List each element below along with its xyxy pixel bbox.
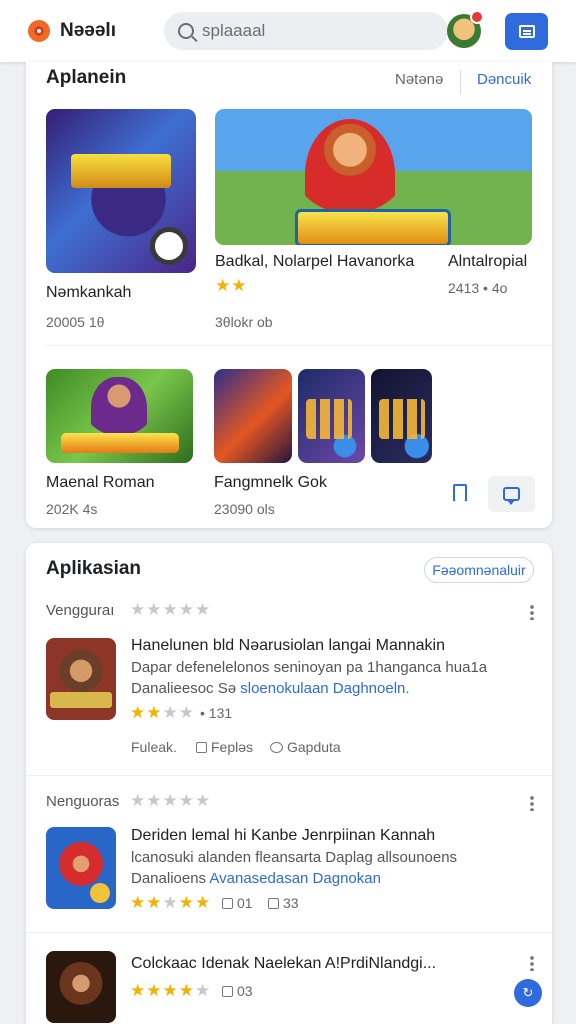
rating-count: • 131 — [200, 705, 233, 721]
like-icon — [196, 742, 207, 753]
bookmark-button[interactable] — [449, 480, 471, 506]
review-text: Dapar defenelelonos seninoyan pa 1hangan… — [131, 659, 488, 676]
review-text-secondary: Danalioens Avanasedasan Dagnokan — [131, 870, 381, 887]
search-icon — [178, 23, 194, 39]
tab-dancuik[interactable]: Dəncuik — [477, 71, 531, 88]
review-link[interactable]: Avanasedasan Dagnokan — [209, 870, 381, 887]
rating-stars: ★★★★★ — [130, 600, 212, 619]
more-options-icon[interactable] — [530, 955, 534, 971]
filter-button[interactable]: Fəəomnənaluir — [424, 557, 534, 583]
game-title[interactable]: Alntalropial — [448, 253, 527, 271]
feedback-action[interactable]: Fuleak. — [131, 739, 177, 755]
rating-stars: ★★★★★ — [130, 791, 212, 810]
game-meta: 20005 1θ — [46, 314, 105, 330]
notification-badge — [470, 10, 484, 24]
game-title[interactable]: Fangmnelk Gok — [214, 474, 327, 492]
game-thumbnail[interactable] — [46, 369, 193, 463]
brand-name[interactable]: Nəəəlı — [60, 20, 142, 42]
comment-count: 03 — [222, 983, 253, 999]
game-thumbnail[interactable] — [371, 369, 432, 463]
app-thumbnail[interactable] — [46, 827, 116, 909]
app-thumbnail[interactable] — [46, 638, 116, 720]
tab-netene[interactable]: Nətənə — [395, 71, 443, 88]
more-options-icon[interactable] — [530, 795, 534, 811]
game-thumbnail[interactable] — [298, 369, 365, 463]
section-title: Aplanein — [46, 67, 127, 88]
game-meta: 23090 ols — [214, 501, 275, 517]
game-thumbnail[interactable] — [214, 369, 292, 463]
comment-button[interactable] — [488, 476, 535, 512]
featured-apps-card: Aplanein Nətənə Dəncuik Nəmkankah 20005 … — [26, 62, 552, 528]
rating-stars: ★★ — [215, 276, 248, 295]
top-app-bar: Nəəəlı splaaaal — [0, 0, 576, 62]
game-meta: 202K 4s — [46, 501, 98, 517]
game-title[interactable]: Nəmkankah — [46, 284, 131, 302]
tab-divider — [460, 70, 461, 94]
review-label: Vengguraı — [46, 602, 115, 619]
comment-icon — [222, 986, 233, 997]
app-thumbnail[interactable] — [46, 951, 116, 1023]
review-divider — [26, 775, 552, 776]
review-title[interactable]: Deriden lemal hi Kanbe Jenrpiinan Kannah — [131, 827, 435, 845]
like-icon — [268, 898, 279, 909]
comment-count: 01 — [222, 895, 253, 911]
brand-logo-icon[interactable] — [28, 20, 50, 42]
reply-action[interactable]: Gapduta — [270, 739, 341, 755]
applications-card: Aplikasian Fəəomnənaluir Vengguraı ★★★★★… — [26, 543, 552, 1024]
section-title: Aplikasian — [46, 558, 142, 579]
more-options-icon[interactable] — [530, 604, 534, 620]
game-banner[interactable] — [215, 109, 532, 245]
search-input[interactable]: splaaaal — [164, 12, 448, 50]
rating-stars: ★★★★ — [130, 703, 195, 722]
like-count: 33 — [268, 895, 299, 911]
like-action[interactable]: Fepləs — [196, 739, 253, 755]
message-icon — [518, 25, 535, 38]
rating-stars: ★★★★★ — [130, 893, 212, 912]
review-title[interactable]: Colckaac Idenak Naelekan A!PrdiNlandgi..… — [131, 955, 436, 973]
rating-stars: ★★★★★ — [130, 981, 212, 1000]
game-thumbnail[interactable] — [46, 109, 196, 273]
section-divider — [46, 345, 552, 346]
bookmark-icon — [453, 484, 467, 502]
reply-icon — [270, 742, 283, 753]
review-divider — [26, 932, 552, 933]
game-title[interactable]: Badkal, Nolarpel Havanorka — [215, 253, 414, 271]
messages-button[interactable] — [505, 13, 548, 50]
action-badge-icon[interactable]: ↻ — [514, 979, 542, 1007]
game-meta: 3θlokr ob — [215, 314, 273, 330]
review-text: lcanosuki alanden fleansarta Daplag alls… — [131, 849, 458, 866]
comment-icon — [222, 898, 233, 909]
review-link[interactable]: sloenokulaan Daghnoeln. — [240, 680, 409, 697]
review-label: Nenguoras — [46, 793, 120, 810]
review-title[interactable]: Hanelunen bld Nəarusiolan langai Mannaki… — [131, 637, 445, 655]
review-text-secondary: Danalieesoc Sə sloenokulaan Daghnoeln. — [131, 680, 410, 697]
game-meta: 2413 • 4o — [448, 280, 508, 296]
comment-icon — [503, 487, 520, 505]
search-placeholder: splaaaal — [202, 21, 266, 40]
game-title[interactable]: Maenal Roman — [46, 474, 155, 492]
